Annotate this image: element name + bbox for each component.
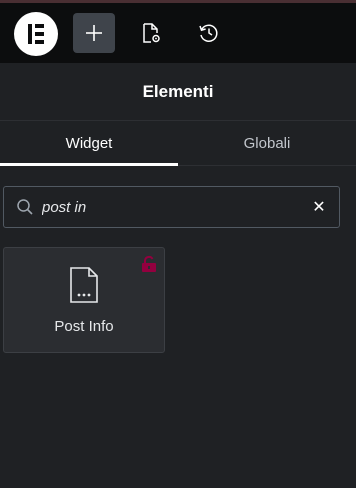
tab-widget[interactable]: Widget [0,122,178,166]
panel-title: Elementi [0,63,356,121]
history-icon [197,21,221,45]
search-input[interactable] [34,187,299,227]
tab-globali[interactable]: Globali [178,122,356,165]
history-button[interactable] [188,13,230,53]
post-info-icon [69,266,99,309]
widget-label: Post Info [54,318,114,335]
page-settings-icon [139,21,163,45]
search-box: ✕ [3,186,340,228]
elementor-logo-icon[interactable] [14,12,58,56]
search-icon [16,198,34,216]
page-settings-button[interactable] [130,13,172,53]
widget-post-info[interactable]: Post Info [3,247,165,353]
clear-search-button[interactable]: ✕ [299,187,339,227]
panel-tabs: Widget Globali [0,122,356,166]
add-element-button[interactable] [73,13,115,53]
editor-toolbar [0,3,356,63]
pro-lock-icon [140,255,158,278]
plus-icon [84,23,104,43]
